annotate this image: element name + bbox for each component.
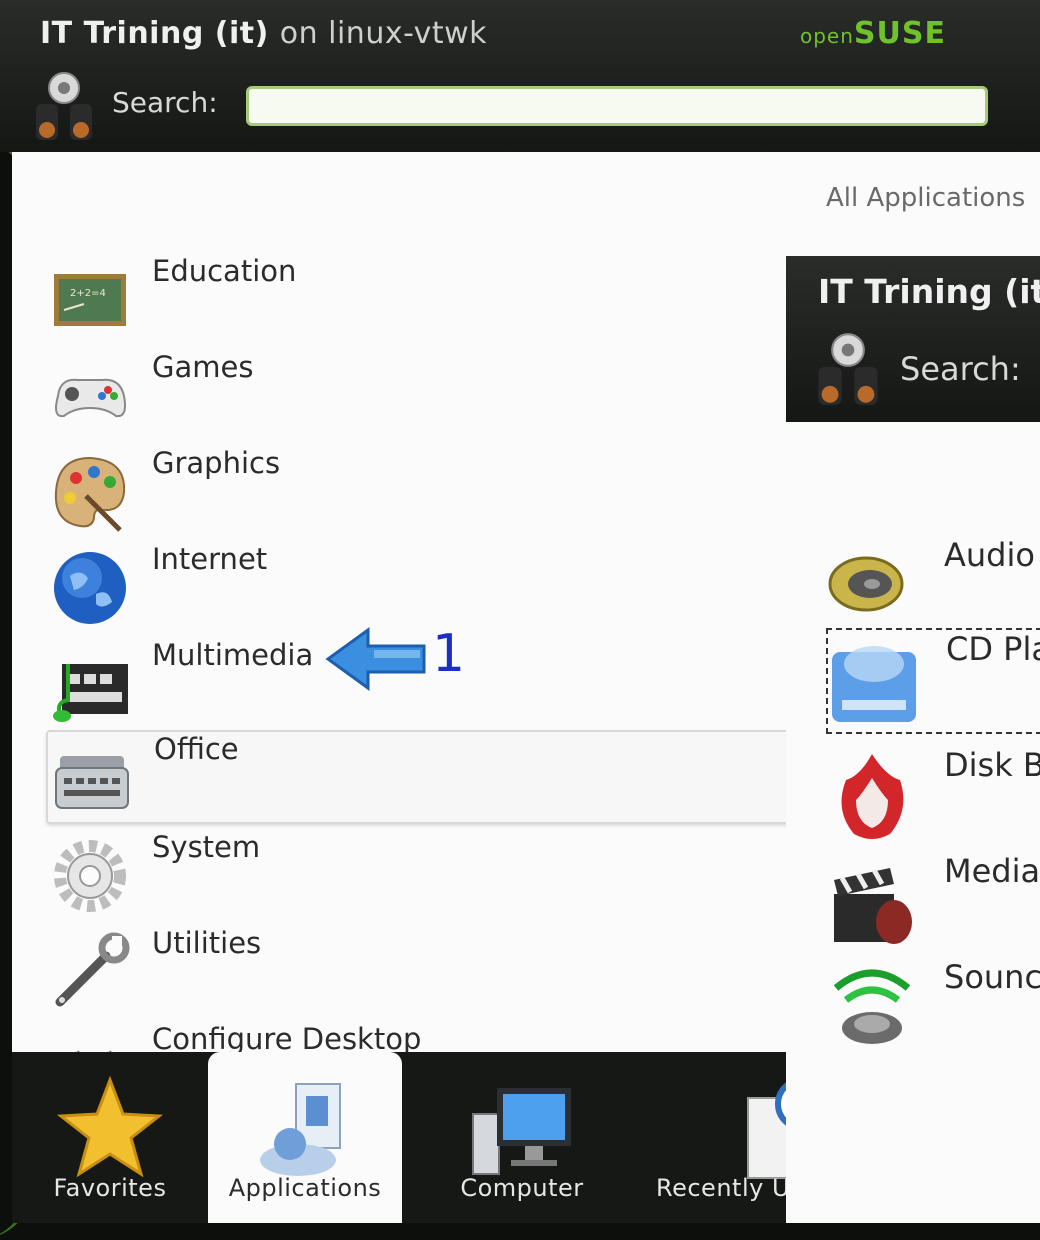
user-name: IT Trining (it): [40, 16, 269, 51]
tab-favorites[interactable]: Favorites: [12, 1052, 208, 1223]
breadcrumb[interactable]: All Applications: [826, 183, 1025, 213]
category-label: Office: [154, 732, 239, 766]
sound-icon: [833, 969, 911, 1044]
submenu-item-label: Audio: [944, 536, 1035, 574]
search-input[interactable]: [246, 86, 988, 126]
globe-icon: [54, 552, 126, 624]
category-label: System: [152, 830, 261, 864]
category-label: Multimedia: [152, 638, 314, 672]
submenu-item-sound[interactable]: Sounc: [826, 958, 1040, 1058]
kickoff-submenu-window: IT Trining (it Search: Audio CD Pla: [786, 256, 1040, 1223]
tab-recently-used[interactable]: Recently U: [636, 1052, 798, 1223]
education-icon: 2+2=4: [54, 274, 126, 326]
category-label: Games: [152, 350, 254, 384]
configure-icon: [76, 1050, 112, 1052]
category-office[interactable]: Office: [46, 730, 788, 824]
tab-computer[interactable]: Computer: [432, 1052, 612, 1223]
submenu-item-disk-burner[interactable]: Disk B: [826, 746, 1040, 846]
tab-label: Computer: [460, 1174, 584, 1202]
user-host: on linux-vtwk: [279, 16, 488, 51]
user-info: IT Trining (it) on linux-vtwk: [40, 16, 487, 51]
category-label: Graphics: [152, 446, 281, 480]
submenu-item-media[interactable]: Media: [826, 852, 1040, 952]
submenu-item-label: CD Pla: [946, 630, 1040, 668]
palette-icon: [54, 456, 126, 532]
wrench-icon: [55, 932, 130, 1007]
gear-icon: [54, 840, 126, 912]
opensuse-logo: openSUSE: [800, 16, 946, 51]
brand-open: open: [800, 24, 854, 48]
submenu-item-label: Disk B: [944, 746, 1040, 784]
speaker-icon: [828, 556, 904, 612]
tab-label: Recently U: [656, 1174, 791, 1202]
annotation-arrow-icon: [325, 627, 426, 691]
svg-text:2+2=4: 2+2=4: [70, 288, 106, 299]
submenu-item-label: Sounc: [944, 958, 1040, 996]
clapperboard-icon: [834, 868, 912, 944]
annotation-number: 1: [432, 624, 466, 684]
search-binoculars-icon: [818, 333, 878, 405]
category-label: Configure Desktop: [152, 1022, 422, 1052]
search-label: Search:: [112, 86, 218, 119]
category-label: Education: [152, 254, 297, 288]
star-icon: [56, 1075, 164, 1178]
submenu-header: IT Trining (it Search:: [786, 256, 1040, 422]
search-binoculars-icon: [36, 72, 92, 140]
tab-label: Applications: [228, 1174, 382, 1202]
gamepad-icon: [55, 378, 126, 418]
category-label: Utilities: [152, 926, 262, 960]
disk-burner-icon: [841, 754, 904, 839]
submenu-user-name: IT Trining (it: [818, 272, 1040, 311]
submenu-item-label: Media: [944, 852, 1040, 890]
cd-player-icon: [832, 646, 916, 722]
category-system[interactable]: System: [46, 830, 786, 920]
submenu-item-cd-player[interactable]: CD Pla: [826, 628, 1040, 734]
applications-icon: [260, 1083, 341, 1176]
category-configure-desktop[interactable]: Configure Desktop: [46, 1022, 786, 1052]
brand-suse: SUSE: [853, 16, 946, 51]
multimedia-icon: [53, 664, 128, 722]
tab-applications[interactable]: Applications: [208, 1052, 402, 1223]
category-label: Internet: [152, 542, 268, 576]
tab-label: Favorites: [53, 1174, 167, 1202]
category-utilities[interactable]: Utilities: [46, 926, 786, 1016]
category-graphics[interactable]: Graphics: [46, 446, 786, 536]
submenu-search-label: Search:: [900, 350, 1021, 388]
computer-icon: [472, 1088, 571, 1175]
submenu-item-audio[interactable]: Audio: [826, 536, 1040, 636]
menu-header: IT Trining (it) on linux-vtwk openSUSE S…: [0, 0, 1040, 152]
category-internet[interactable]: Internet: [46, 542, 786, 632]
category-education[interactable]: 2+2=4 Education: [46, 254, 786, 344]
category-games[interactable]: Games: [46, 350, 786, 440]
typewriter-icon: [55, 756, 129, 809]
